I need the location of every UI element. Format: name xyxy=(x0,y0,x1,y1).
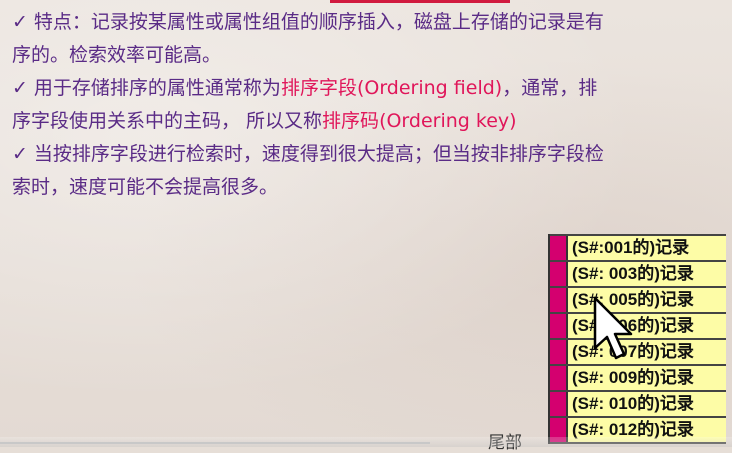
record-row: (S#:001的)记录 xyxy=(550,234,726,260)
bullet-line: 索时，速度可能不会提高很多。 xyxy=(12,171,728,204)
record-cell: (S#: 006的)记录 xyxy=(568,314,726,338)
highlighted-term: (Ordering key) xyxy=(379,110,517,132)
record-row: (S#: 010的)记录 xyxy=(550,390,726,416)
record-pointer-stripe xyxy=(550,236,568,260)
bullet-text: ，通常，排 xyxy=(502,77,598,99)
record-row: (S#: 003的)记录 xyxy=(550,260,726,286)
highlighted-term: 排序字段 xyxy=(280,77,357,99)
record-cell: (S#: 005的)记录 xyxy=(568,288,726,312)
video-control-bar[interactable] xyxy=(0,437,732,447)
bullet-text: 序字段使用关系中的主码， 所以又称 xyxy=(12,110,323,132)
bullet-list: ✓ 特点：记录按某属性或属性组值的顺序插入，磁盘上存储的记录是有 序的。检索效率可能… xyxy=(12,6,728,204)
highlighted-term: (Ordering field) xyxy=(356,77,503,99)
record-pointer-stripe xyxy=(550,314,568,338)
record-pointer-stripe xyxy=(550,288,568,312)
checkmark-icon: ✓ xyxy=(12,77,28,99)
highlighted-term: 排序码 xyxy=(322,110,380,132)
bullet-line: 序字段使用关系中的主码， 所以又称排序码(Ordering key) xyxy=(12,105,728,138)
record-row: (S#: 009的)记录 xyxy=(550,364,726,390)
record-cell: (S#: 010的)记录 xyxy=(568,392,726,416)
record-cell: (S#: 007的)记录 xyxy=(568,340,726,364)
title-underline-accent xyxy=(330,0,510,3)
bullet-line: ✓ 当按排序字段进行检索时，速度得到很大提高；但当按非排序字段检 xyxy=(12,138,728,171)
record-pointer-stripe xyxy=(550,366,568,390)
record-table: (S#:001的)记录 (S#: 003的)记录 (S#: 005的)记录 (S#: … xyxy=(548,234,726,444)
record-cell: (S#:001的)记录 xyxy=(568,236,726,260)
record-pointer-stripe xyxy=(550,340,568,364)
record-row: (S#: 007的)记录 xyxy=(550,338,726,364)
bullet-line: ✓ 特点：记录按某属性或属性组值的顺序插入，磁盘上存储的记录是有 xyxy=(12,6,728,39)
record-pointer-stripe xyxy=(550,262,568,286)
bullet-text: 索时，速度可能不会提高很多。 xyxy=(12,176,279,198)
bullet-text: 序的。检索效率可能高。 xyxy=(12,44,222,66)
record-row: (S#: 005的)记录 xyxy=(550,286,726,312)
bullet-text: 特点：记录按某属性或属性组值的顺序插入，磁盘上存储的记录是有 xyxy=(33,11,604,33)
bullet-line: 序的。检索效率可能高。 xyxy=(12,39,728,72)
bullet-text: 当按排序字段进行检索时，速度得到很大提高；但当按非排序字段检 xyxy=(33,143,604,165)
checkmark-icon: ✓ xyxy=(12,143,28,165)
record-row: (S#: 006的)记录 xyxy=(550,312,726,338)
bullet-text: 用于存储排序的属性通常称为 xyxy=(33,77,281,99)
record-cell: (S#: 003的)记录 xyxy=(568,262,726,286)
record-pointer-stripe xyxy=(550,392,568,416)
bullet-line: ✓ 用于存储排序的属性通常称为排序字段(Ordering field)，通常，排 xyxy=(12,72,728,105)
mouse-pointer-icon xyxy=(593,296,633,360)
record-cell: (S#: 009的)记录 xyxy=(568,366,726,390)
checkmark-icon: ✓ xyxy=(12,11,28,33)
video-progress-track[interactable] xyxy=(0,442,430,444)
